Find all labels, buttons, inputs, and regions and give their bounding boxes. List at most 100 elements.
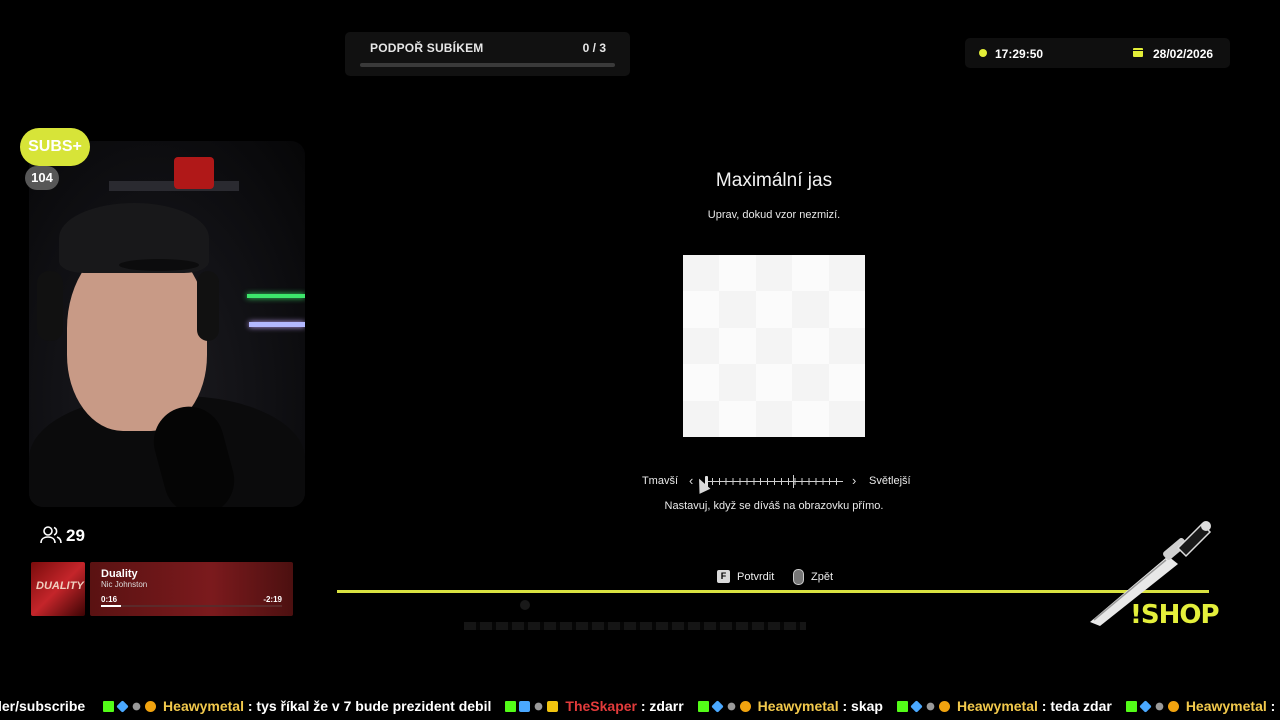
kick-icon (896, 701, 908, 712)
users-icon (40, 526, 62, 544)
brightness-test-pattern (683, 255, 865, 437)
chat-text: : tys říkal že v 7 bude prezident debil (243, 698, 492, 714)
cube-icon (1139, 700, 1152, 713)
crown-icon (547, 701, 559, 712)
subs-count: 104 (25, 166, 59, 190)
chat-text: : (1266, 698, 1276, 714)
pattern-cell (792, 364, 829, 401)
pattern-cell (719, 327, 756, 365)
kick-icon (697, 701, 709, 712)
settings-hint: Nastavuj, když se díváš na obrazovku pří… (664, 500, 884, 512)
pattern-cell (683, 255, 720, 292)
brightness-slider-midpoint (793, 475, 794, 488)
pattern-cell (683, 327, 720, 365)
sub-goal-widget: PODPOŘ SUBÍKEM 0 / 3 (345, 32, 630, 76)
pattern-cell (792, 400, 829, 437)
settings-title: Maximální jas (715, 170, 833, 191)
song-artist: Nic Johnston (101, 580, 148, 589)
album-art-title: DUALITY (36, 580, 84, 592)
now-playing-widget: Duality Nic Johnston 0:16 -2:19 (90, 562, 293, 616)
pattern-cell (755, 400, 793, 437)
confirm-button[interactable]: Potvrdit (737, 571, 774, 583)
background-neon-purple (249, 322, 305, 327)
album-art: DUALITY (31, 562, 85, 616)
slider-right-arrow-icon[interactable]: › (852, 473, 856, 488)
subs-badge: SUBS+ (20, 128, 90, 166)
faint-overlay-text (464, 622, 806, 630)
coin-icon (739, 701, 751, 712)
kick-icon (103, 701, 115, 712)
chat-username[interactable]: Heawymetal (758, 698, 839, 714)
cube-icon (116, 700, 129, 713)
coin-icon (1167, 701, 1179, 712)
chat-badges (1125, 699, 1182, 715)
brightness-slider-ticks (705, 478, 843, 485)
chat-ticker: ler/subscribe Heawymetal : tys říkal že … (0, 696, 1280, 718)
pattern-cell (828, 255, 865, 292)
chat-badges (896, 699, 953, 715)
pattern-cell (683, 291, 720, 328)
cap-brim (119, 259, 199, 271)
clock-icon (979, 49, 987, 57)
slider-label-darker: Tmavší (641, 475, 678, 487)
chat-message: Heawymetal : teda zdar (896, 698, 1112, 715)
pattern-cell (828, 400, 865, 437)
faint-overlay-icon (520, 600, 530, 610)
pattern-cell (828, 327, 865, 365)
chat-message: Heawymetal : tys říkal že v 7 bude prezi… (103, 698, 491, 715)
chat-message: TheSkaper : zdarr (505, 698, 684, 715)
pattern-cell (719, 400, 756, 437)
song-remaining: -2:19 (263, 595, 282, 604)
pen-icon (519, 701, 531, 712)
accent-divider (337, 590, 1209, 593)
pattern-cell (755, 255, 793, 292)
pattern-cell (792, 327, 829, 365)
chat-username[interactable]: TheSkaper (565, 698, 637, 714)
sub-goal-label: PODPOŘ SUBÍKEM (370, 41, 484, 55)
coin-icon (938, 701, 950, 712)
chat-username[interactable]: Heawymetal (163, 698, 244, 714)
pattern-cell (719, 364, 756, 401)
cube-icon (910, 700, 923, 713)
chat-username[interactable]: Heawymetal (957, 698, 1038, 714)
clock-date: 28/02/2026 (1153, 47, 1214, 61)
pattern-cell (683, 400, 720, 437)
coin-icon (145, 701, 157, 712)
chat-message: Heawymetal : skap (697, 698, 883, 715)
cube-icon (710, 700, 724, 713)
webcam-feed (29, 141, 305, 507)
song-elapsed: 0:16 (101, 595, 118, 604)
pattern-cell (828, 291, 865, 328)
sub-goal-progress-bar (360, 63, 615, 67)
settings-subtitle: Uprav, dokud vzor nezmizí. (707, 209, 841, 221)
song-progress-fill (101, 605, 121, 607)
pattern-cell (828, 364, 865, 401)
pattern-cell (755, 364, 793, 401)
kick-icon (1125, 701, 1137, 712)
chat-prefix: ler/subscribe (0, 698, 86, 714)
back-button[interactable]: Zpět (811, 571, 833, 583)
background-red-box (174, 157, 214, 189)
gear-icon (535, 702, 543, 711)
clock-time: 17:29:50 (995, 47, 1044, 61)
background-neon-green (247, 294, 305, 298)
chat-badges (103, 699, 159, 715)
pattern-cell (719, 291, 756, 328)
chat-ticker-track: ler/subscribe Heawymetal : tys říkal že … (0, 698, 1280, 715)
chat-text: : teda zdar (1037, 698, 1112, 714)
slider-label-brighter: Světlejší (869, 475, 911, 487)
gear-icon (1155, 702, 1164, 711)
shop-label: !SHOP (1130, 600, 1220, 630)
chat-text: : zdarr (636, 698, 684, 714)
chat-message: Heawymetal : (1125, 698, 1276, 715)
key-f-icon: F (717, 570, 730, 583)
chat-username[interactable]: Heawymetal (1186, 698, 1267, 714)
brightness-slider-row: Tmavší ‹ › Světlejší (0, 473, 1280, 490)
headphone-left (37, 271, 63, 341)
pattern-cell (683, 364, 720, 401)
song-title: Duality (101, 568, 138, 580)
gear-icon (926, 702, 935, 711)
chat-badges (505, 699, 561, 715)
clock-widget: 17:29:50 28/02/2026 (965, 38, 1230, 68)
pattern-cell (755, 327, 793, 365)
